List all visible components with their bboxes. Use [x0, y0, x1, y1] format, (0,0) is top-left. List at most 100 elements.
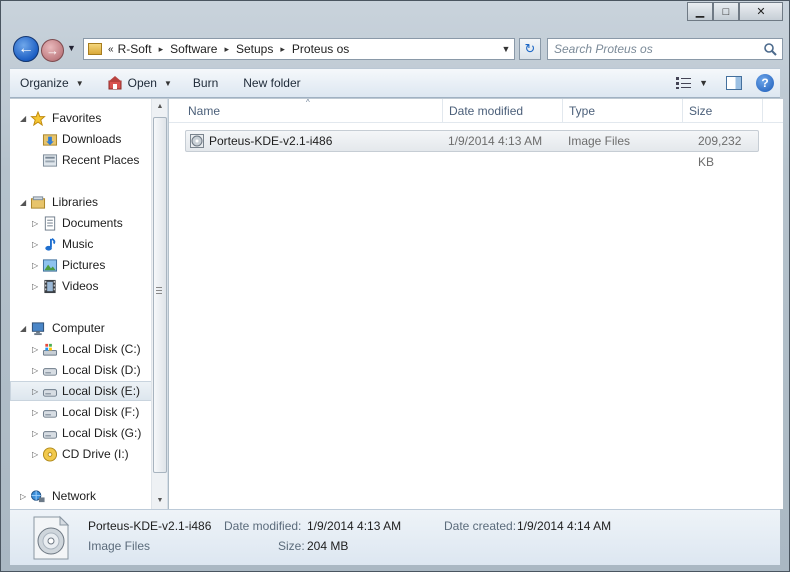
sidebar-item-network[interactable]: ▷ Network — [10, 486, 152, 506]
breadcrumb-item-setups[interactable]: Setups — [236, 42, 273, 56]
change-view-icon[interactable] — [675, 76, 695, 90]
expand-arrow-icon[interactable]: ▷ — [32, 240, 38, 249]
breadcrumb-overflow[interactable]: « — [108, 44, 114, 55]
sidebar-item-cd-drive[interactable]: ▷ CD Drive (I:) — [10, 444, 152, 464]
sidebar-item-label: CD Drive (I:) — [62, 447, 129, 461]
navigation-scrollbar[interactable]: ▲ ▼ — [151, 99, 167, 509]
file-row[interactable]: Porteus-KDE-v2.1-i486 1/9/2014 4:13 AM I… — [185, 130, 759, 169]
music-icon — [45, 237, 56, 251]
expand-arrow-icon[interactable]: ▷ — [32, 408, 38, 417]
file-name: Porteus-KDE-v2.1-i486 — [209, 134, 333, 148]
expand-arrow-icon[interactable]: ▷ — [32, 345, 38, 354]
details-file-type: Image Files — [88, 539, 151, 553]
column-header-type[interactable]: Type — [563, 99, 683, 123]
sidebar-item-label: Music — [62, 237, 94, 251]
sidebar-item-label: Favorites — [52, 111, 102, 125]
sidebar-item-computer[interactable]: ◢ Computer — [10, 318, 152, 338]
details-size-value: 204 MB — [307, 539, 349, 553]
forward-button[interactable]: → — [41, 39, 64, 62]
breadcrumb-item-r-soft[interactable]: R-Soft — [118, 42, 152, 56]
burn-label: Burn — [192, 76, 219, 90]
sidebar-item-downloads[interactable]: Downloads — [10, 129, 152, 149]
sidebar-item-label: Network — [52, 489, 97, 503]
back-button[interactable]: ← — [13, 36, 39, 62]
address-dropdown-button[interactable]: ▼ — [498, 44, 514, 54]
sidebar-item-label: Local Disk (C:) — [62, 342, 141, 356]
breadcrumb: R-Soft ▸ Software ▸ Setups ▸ Proteus os — [118, 42, 350, 56]
chevron-down-icon[interactable]: ▼ — [164, 79, 172, 88]
organize-label: Organize — [20, 76, 69, 90]
address-bar[interactable]: « R-Soft ▸ Software ▸ Setups ▸ Proteus o… — [83, 38, 515, 60]
breadcrumb-separator[interactable]: ▸ — [280, 44, 285, 55]
scroll-up-arrow-icon[interactable]: ▲ — [152, 99, 168, 115]
help-icon[interactable]: ? — [756, 74, 774, 92]
hard-drive-icon — [42, 388, 58, 397]
sidebar-item-label: Local Disk (G:) — [62, 426, 142, 440]
column-header-date-modified[interactable]: Date modified — [443, 99, 563, 123]
sidebar-item-recent-places[interactable]: Recent Places — [10, 150, 152, 170]
hard-drive-icon — [42, 367, 58, 376]
expand-arrow-icon[interactable]: ▷ — [32, 366, 38, 375]
column-header-row: ^ Name Date modified Type Size — [169, 98, 783, 123]
sidebar-item-local-disk-e[interactable]: ▷ Local Disk (E:) — [10, 381, 152, 401]
scrollbar-grip-icon — [156, 287, 162, 294]
sidebar-item-videos[interactable]: ▷ Videos — [10, 276, 152, 296]
downloads-folder-icon — [42, 133, 58, 146]
videos-icon — [44, 279, 56, 293]
search-icon[interactable] — [763, 42, 777, 56]
scrollbar-thumb[interactable] — [153, 117, 167, 473]
view-options-dropdown[interactable]: ▼ — [699, 78, 708, 88]
breadcrumb-separator[interactable]: ▸ — [224, 44, 229, 55]
sidebar-item-pictures[interactable]: ▷ Pictures — [10, 255, 152, 275]
file-date-modified: 1/9/2014 4:13 AM — [448, 134, 543, 148]
close-button[interactable]: ✕ — [739, 2, 783, 21]
breadcrumb-item-proteus-os[interactable]: Proteus os — [292, 42, 349, 56]
sidebar-item-label: Videos — [62, 279, 99, 293]
sidebar-item-label: Local Disk (D:) — [62, 363, 141, 377]
hard-drive-icon — [42, 430, 58, 439]
burn-button[interactable]: Burn — [181, 69, 227, 97]
sidebar-item-local-disk-c[interactable]: ▷ Local Disk (C:) — [10, 339, 152, 359]
sidebar-item-local-disk-f[interactable]: ▷ Local Disk (F:) — [10, 402, 152, 422]
search-input[interactable]: Search Proteus os — [547, 38, 783, 60]
sidebar-item-music[interactable]: ▷ Music — [10, 234, 152, 254]
sidebar-item-local-disk-d[interactable]: ▷ Local Disk (D:) — [10, 360, 152, 380]
expand-arrow-icon[interactable]: ◢ — [20, 324, 26, 333]
explorer-window: ▁ □ ✕ ← → ▼ « R-Soft ▸ Software ▸ Setups… — [0, 0, 790, 572]
toolbar-right: ▼ ? — [675, 74, 780, 92]
expand-arrow-icon[interactable]: ▷ — [20, 492, 26, 501]
sidebar-item-label: Local Disk (E:) — [62, 384, 141, 398]
libraries-icon — [30, 195, 46, 209]
breadcrumb-separator[interactable]: ▸ — [159, 44, 164, 55]
sidebar-item-label: Recent Places — [62, 153, 140, 167]
sidebar-item-libraries[interactable]: ◢ Libraries — [10, 192, 152, 212]
scroll-down-arrow-icon[interactable]: ▼ — [152, 493, 168, 509]
column-header-size[interactable]: Size — [683, 99, 763, 123]
expand-arrow-icon[interactable]: ▷ — [32, 261, 38, 270]
organize-button[interactable]: Organize ▼ — [10, 69, 93, 97]
expand-arrow-icon[interactable]: ◢ — [20, 198, 26, 207]
breadcrumb-item-software[interactable]: Software — [170, 42, 217, 56]
recent-pages-dropdown[interactable]: ▼ — [67, 43, 76, 53]
file-size: 209,232 KB — [698, 134, 742, 169]
column-header-name[interactable]: Name — [182, 99, 443, 123]
minimize-button[interactable]: ▁ — [687, 2, 713, 21]
sidebar-item-documents[interactable]: ▷ Documents — [10, 213, 152, 233]
expand-arrow-icon[interactable]: ▷ — [32, 450, 38, 459]
expand-arrow-icon[interactable]: ▷ — [32, 282, 38, 291]
file-type: Image Files — [568, 134, 631, 148]
navigation-pane: ◢ Favorites Downloads Recent Places ◢ Li… — [10, 99, 168, 509]
network-icon — [30, 489, 45, 502]
sidebar-item-favorites[interactable]: ◢ Favorites — [10, 108, 152, 128]
open-button[interactable]: Open ▼ — [93, 69, 181, 97]
sidebar-item-local-disk-g[interactable]: ▷ Local Disk (G:) — [10, 423, 152, 443]
expand-arrow-icon[interactable]: ▷ — [32, 219, 38, 228]
expand-arrow-icon[interactable]: ▷ — [32, 429, 38, 438]
preview-pane-icon[interactable] — [726, 76, 742, 90]
maximize-button[interactable]: □ — [713, 2, 739, 21]
new-folder-button[interactable]: New folder — [227, 69, 309, 97]
refresh-button[interactable]: ↻ — [519, 38, 541, 60]
expand-arrow-icon[interactable]: ▷ — [32, 387, 38, 396]
expand-arrow-icon[interactable]: ◢ — [20, 114, 26, 123]
pictures-icon — [42, 258, 58, 272]
